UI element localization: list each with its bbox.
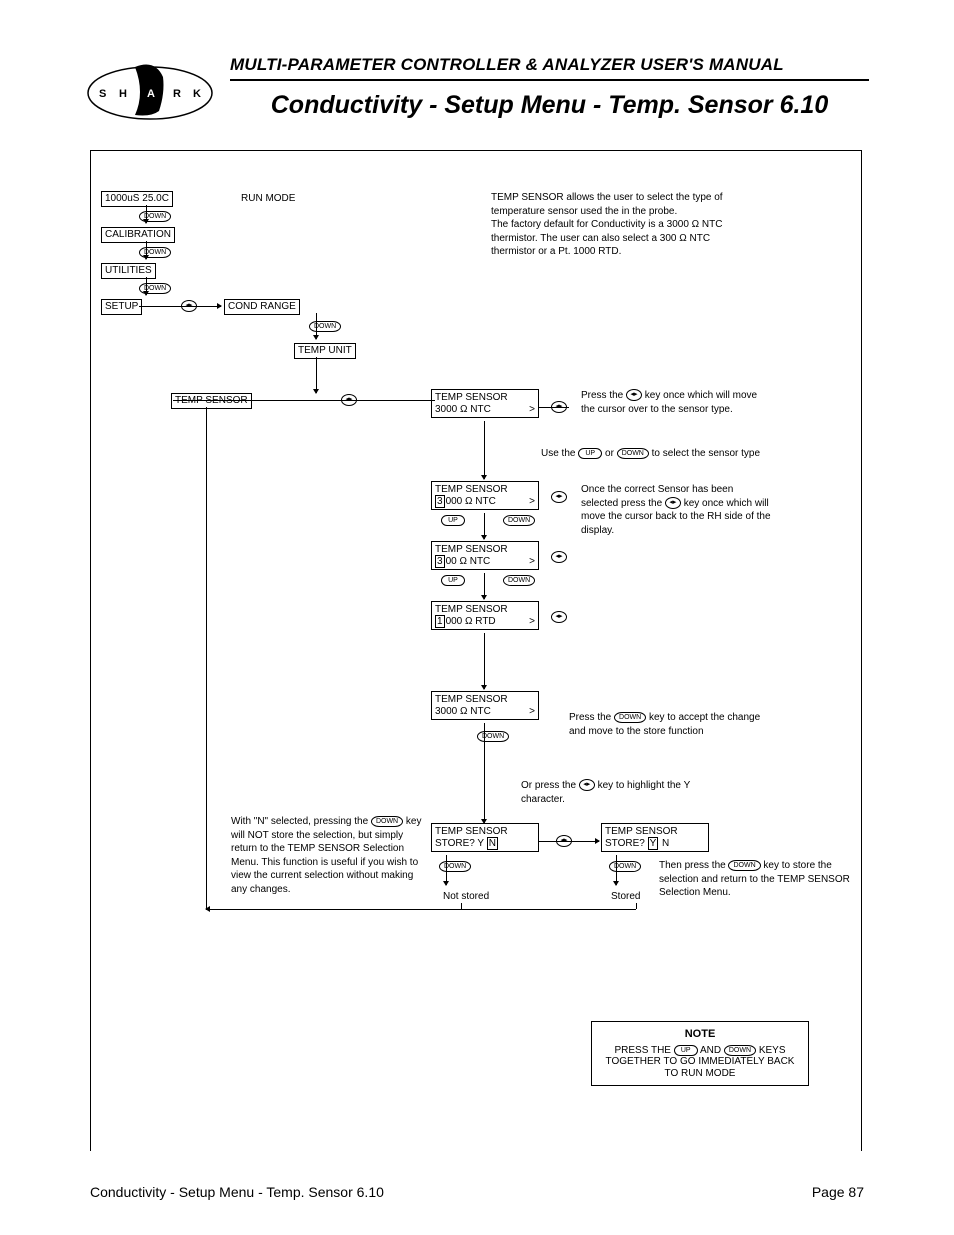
down-key-icon: DOWN	[503, 575, 535, 586]
footer-right: Page 87	[812, 1184, 864, 1200]
utilities-box: UTILITIES	[101, 263, 156, 279]
enter-key-icon: ◂▸	[665, 497, 681, 509]
setup-box: SETUP	[101, 299, 142, 315]
up-key-icon: UP	[441, 575, 465, 586]
instr-use-updown: Use the UP or DOWN to select the sensor …	[541, 447, 761, 461]
instr-n-not-stored: With "N" selected, pressing the DOWN key…	[231, 815, 426, 896]
down-key-icon: DOWN	[139, 211, 171, 222]
enter-key-icon: ◂▸	[551, 491, 567, 503]
intro-text: TEMP SENSOR allows the user to select th…	[491, 191, 751, 259]
page-footer: Conductivity - Setup Menu - Temp. Sensor…	[90, 1184, 864, 1200]
down-key-icon: DOWN	[371, 816, 403, 827]
enter-key-icon: ◂▸	[626, 389, 642, 401]
screen-sensor-3: TEMP SENSOR 300 Ω NTC>	[431, 541, 539, 570]
screen-sensor-2: TEMP SENSOR 3000 Ω NTC>	[431, 481, 539, 510]
svg-text:H: H	[119, 88, 127, 100]
enter-key-icon: ◂▸	[551, 611, 567, 623]
intro-p1: TEMP SENSOR allows the user to select th…	[491, 192, 723, 217]
page-title: Conductivity - Setup Menu - Temp. Sensor…	[230, 91, 869, 120]
note-box: NOTE PRESS THE UP AND DOWN KEYS TOGETHER…	[591, 1021, 809, 1086]
instr-press-down-store: Press the DOWN key to accept the change …	[569, 711, 779, 738]
not-stored-label: Not stored	[443, 891, 489, 903]
enter-key-icon: ◂▸	[551, 401, 567, 413]
down-key-icon: DOWN	[503, 515, 535, 526]
enter-key-icon: ◂▸	[341, 394, 357, 406]
run-display-box: 1000uS 25.0C	[101, 191, 173, 207]
down-key-icon: DOWN	[439, 861, 471, 872]
down-key-icon: DOWN	[139, 283, 171, 294]
down-key-icon: DOWN	[614, 712, 646, 723]
instr-then-store: Then press the DOWN key to store the sel…	[659, 859, 859, 900]
instr-once-selected: Once the correct Sensor has been selecte…	[581, 483, 771, 537]
stored-label: Stored	[611, 891, 640, 903]
screen-store-n: TEMP SENSOR STORE? Y N	[431, 823, 539, 852]
screen-store-y: TEMP SENSOR STORE? Y N	[601, 823, 709, 852]
cond-range-box: COND RANGE	[224, 299, 300, 315]
run-mode-label: RUN MODE	[241, 193, 295, 205]
up-key-icon: UP	[578, 448, 602, 459]
instr-press-cursor: Press the ◂▸ key once which will move th…	[581, 389, 761, 416]
down-key-icon: DOWN	[477, 731, 509, 742]
svg-text:A: A	[147, 88, 155, 100]
down-key-icon: DOWN	[724, 1045, 756, 1056]
svg-text:R: R	[173, 88, 181, 100]
up-key-icon: UP	[441, 515, 465, 526]
temp-unit-box: TEMP UNIT	[294, 343, 356, 359]
svg-text:K: K	[193, 88, 201, 100]
enter-key-icon: ◂▸	[181, 300, 197, 312]
enter-key-icon: ◂▸	[551, 551, 567, 563]
footer-left: Conductivity - Setup Menu - Temp. Sensor…	[90, 1184, 384, 1200]
screen-sensor-4: TEMP SENSOR 1000 Ω RTD>	[431, 601, 539, 630]
screen-sensor-5: TEMP SENSOR 3000 Ω NTC>	[431, 691, 539, 720]
enter-key-icon: ◂▸	[579, 779, 595, 791]
temp-sensor-nav-box: TEMP SENSOR	[171, 393, 252, 409]
up-key-icon: UP	[674, 1045, 698, 1056]
enter-key-icon: ◂▸	[556, 835, 572, 847]
svg-text:S: S	[99, 88, 106, 100]
manual-title: MULTI-PARAMETER CONTROLLER & ANALYZER US…	[230, 55, 869, 81]
down-key-icon: DOWN	[609, 861, 641, 872]
down-key-icon: DOWN	[728, 860, 760, 871]
intro-p2: The factory default for Conductivity is …	[491, 219, 722, 257]
down-key-icon: DOWN	[617, 448, 649, 459]
screen-sensor-1: TEMP SENSOR 3000 Ω NTC>	[431, 389, 539, 418]
shark-logo: S H A R K	[85, 53, 215, 123]
note-text: PRESS THE UP AND DOWN KEYS TOGETHER TO G…	[600, 1045, 800, 1080]
calibration-box: CALIBRATION	[101, 227, 175, 243]
down-key-icon: DOWN	[139, 247, 171, 258]
instr-or-press-y: Or press the ◂▸ key to highlight the Y c…	[521, 779, 721, 806]
down-key-icon: DOWN	[309, 321, 341, 332]
note-title: NOTE	[600, 1028, 800, 1041]
content-frame: TEMP SENSOR allows the user to select th…	[90, 150, 862, 1151]
